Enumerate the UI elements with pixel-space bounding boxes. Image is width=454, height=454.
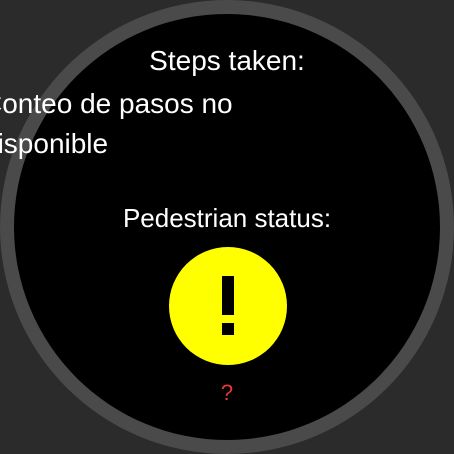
pedestrian-status-label: Pedestrian status: xyxy=(122,203,332,233)
steps-value: Conteo de pasos no disponible xyxy=(0,88,233,159)
watch-screen: Steps taken: Conteo de pasos no disponib… xyxy=(0,0,454,454)
steps-label: Steps taken: xyxy=(149,45,305,76)
pedestrian-status-indicator[interactable] xyxy=(169,247,287,365)
pedestrian-status-text: ? xyxy=(220,380,234,405)
exclamation-icon xyxy=(222,276,234,335)
